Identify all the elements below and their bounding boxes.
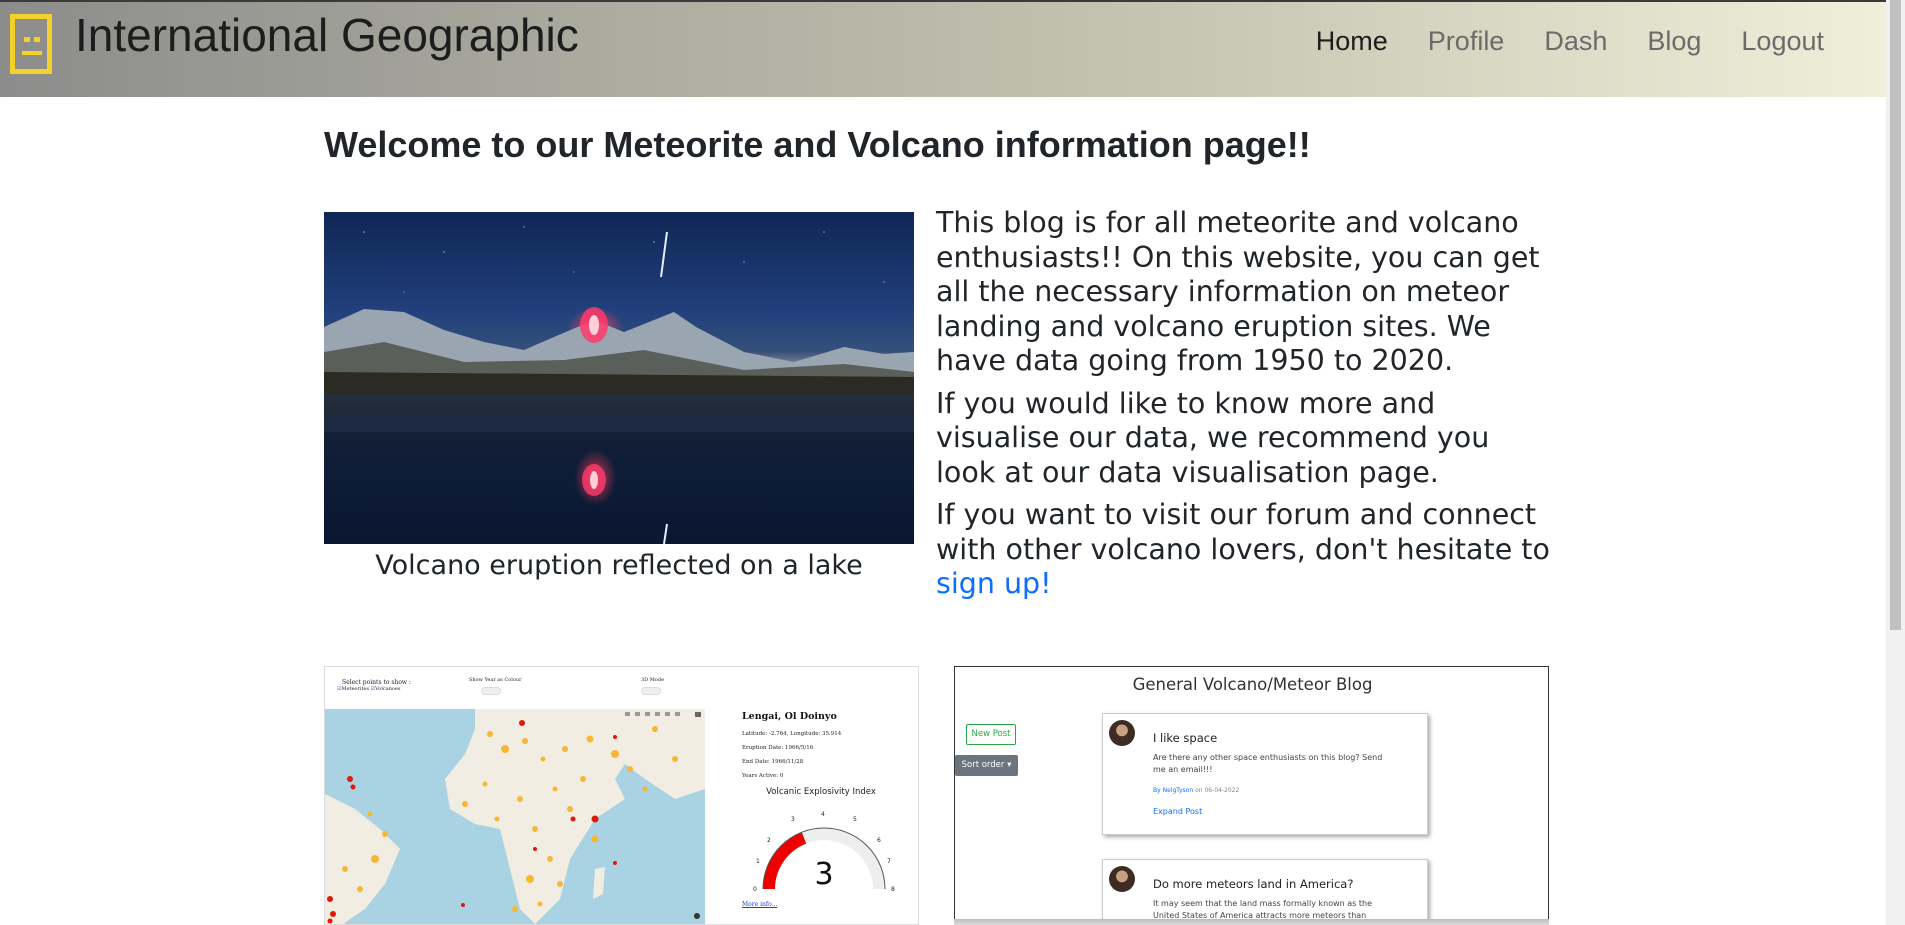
gauge-tick-5: 5: [853, 816, 857, 823]
gauge-value: 3: [814, 857, 833, 892]
volcano-lake-image: [324, 212, 914, 544]
post-body: Are there any other space enthusiasts on…: [1153, 753, 1383, 774]
vei-gauge: 0 1 2 3 4 5 6 7 8 3: [753, 811, 895, 893]
avatar: [1109, 720, 1135, 746]
hero-caption: Volcano eruption reflected on a lake: [375, 550, 863, 581]
gauge-tick-3: 3: [791, 816, 795, 823]
sort-order-dropdown[interactable]: Sort order ▾: [955, 755, 1018, 776]
volcano-latlong: Latitude: -2.764, Longitude: 35.914: [742, 731, 842, 737]
nav-links: Home Profile Dash Blog Logout: [1276, 26, 1824, 57]
avatar: [1109, 866, 1135, 892]
mode-3d-switch[interactable]: [641, 687, 661, 695]
nav-link-dash[interactable]: Dash: [1544, 26, 1607, 57]
vei-gauge-title: Volcanic Explosivity Index: [766, 787, 876, 797]
gauge-tick-4: 4: [821, 811, 825, 818]
mode-3d-toggle[interactable]: 3D Mode: [641, 677, 664, 683]
gauge-tick-0: 0: [753, 886, 757, 893]
year-colour-toggle[interactable]: Show Year as Colour: [469, 677, 522, 683]
year-colour-switch[interactable]: [481, 687, 501, 695]
intro-paragraph-3: If you want to visit our forum and conne…: [936, 498, 1556, 602]
intro-paragraph-3-text: If you want to visit our forum and conne…: [936, 498, 1550, 566]
nav-link-logout[interactable]: Logout: [1741, 26, 1824, 57]
page-scrollbar[interactable]: [1886, 0, 1905, 925]
post-date: on 06-04-2022: [1195, 787, 1240, 794]
brand-title[interactable]: International Geographic: [75, 8, 579, 62]
robot-face-icon[interactable]: [10, 14, 52, 74]
gauge-tick-1: 1: [756, 858, 760, 865]
scrollbar-thumb[interactable]: [1890, 0, 1901, 630]
post-title: Do more meteors land in America?: [1153, 877, 1354, 891]
blog-title: General Volcano/Meteor Blog: [1132, 675, 1373, 694]
caret-down-icon: ▾: [1007, 760, 1012, 770]
gauge-tick-8: 8: [891, 886, 895, 893]
expand-post-link[interactable]: Expand Post: [1153, 807, 1202, 816]
top-navbar: International Geographic Home Profile Da…: [0, 0, 1886, 97]
point-filter-options[interactable]: ☑Meteorites ☑Volcanoes: [337, 686, 400, 692]
intro-text: This blog is for all meteorite and volca…: [936, 206, 1556, 610]
intro-paragraph-2: If you would like to know more and visua…: [936, 386, 1490, 489]
world-map[interactable]: [325, 709, 705, 924]
volcano-eruption-date: Eruption Date: 1966/5/16: [742, 745, 814, 751]
blog-preview-card[interactable]: General Volcano/Meteor Blog New Post Sor…: [954, 666, 1549, 925]
gauge-tick-7: 7: [887, 858, 891, 865]
post-by: By: [1153, 787, 1161, 794]
nav-link-profile[interactable]: Profile: [1428, 26, 1505, 57]
volcanoes-option: Volcanoes: [375, 686, 401, 692]
post-title: I like space: [1153, 731, 1218, 745]
blog-card-bottom-edge: [954, 919, 1549, 925]
sort-order-label: Sort order: [961, 760, 1005, 770]
post-meta: By NelgTyson on 06-04-2022: [1153, 787, 1239, 794]
sign-up-link[interactable]: sign up!: [936, 567, 1052, 600]
volcano-years-active: Years Active: 0: [742, 773, 784, 779]
meteorites-option: Meteorites: [341, 686, 370, 692]
gauge-tick-6: 6: [877, 837, 881, 844]
blog-post-card[interactable]: Do more meteors land in America? It may …: [1102, 859, 1428, 925]
gauge-tick-2: 2: [767, 837, 771, 844]
select-points-label: Select points to show :: [342, 679, 411, 686]
nav-link-home[interactable]: Home: [1316, 26, 1388, 57]
volcano-name: Lengai, Ol Doinyo: [742, 711, 837, 722]
dash-preview-card[interactable]: Select points to show : ☑Meteorites ☑Vol…: [324, 666, 919, 925]
new-post-button[interactable]: New Post: [966, 724, 1016, 745]
post-author: NelgTyson: [1162, 787, 1194, 794]
blog-post-card[interactable]: I like space Are there any other space e…: [1102, 713, 1428, 835]
more-info-link[interactable]: More info...: [742, 901, 777, 908]
volcano-end-date: End Date: 1966/11/28: [742, 759, 804, 765]
intro-paragraph-1: This blog is for all meteorite and volca…: [936, 206, 1540, 377]
page-title: Welcome to our Meteorite and Volcano inf…: [324, 124, 1311, 165]
nav-link-blog[interactable]: Blog: [1647, 26, 1701, 57]
